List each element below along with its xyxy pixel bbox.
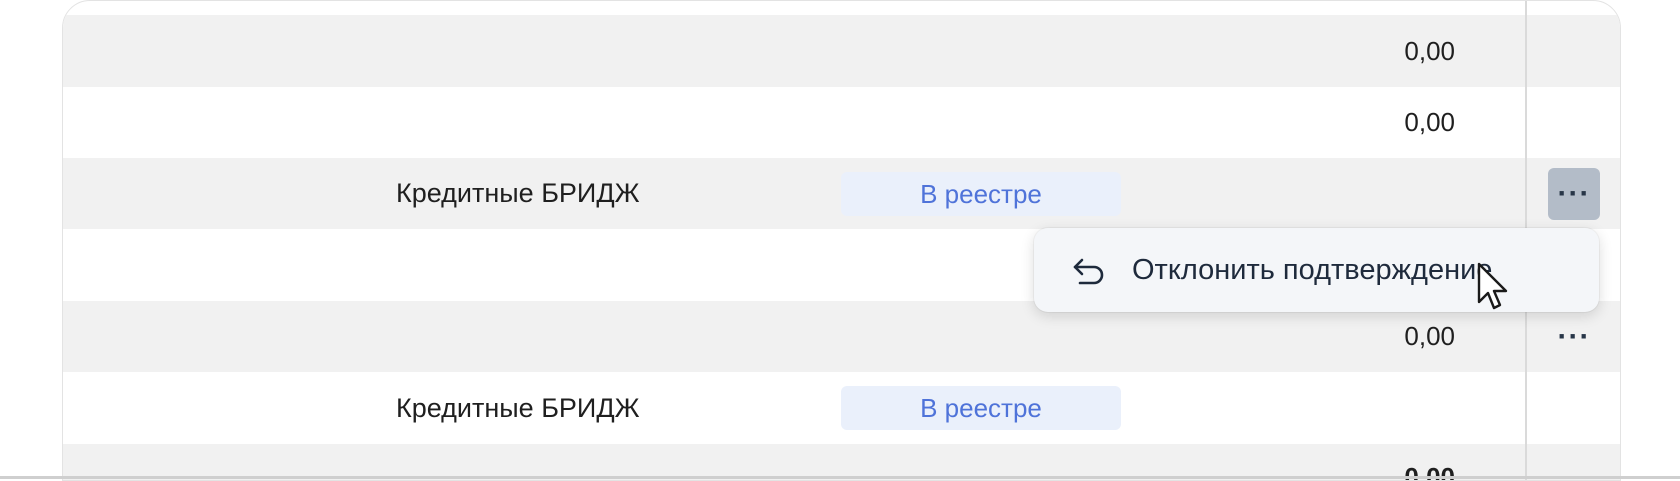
amount-cell: 0,00 <box>1404 107 1455 137</box>
table-row: 0,00 <box>63 87 1620 158</box>
row-actions-button[interactable]: ··· <box>1548 168 1600 220</box>
more-icon: ··· <box>1557 320 1591 353</box>
menu-item-label: Отклонить подтверждение <box>1132 254 1493 286</box>
product-name: Кредитные БРИДЖ <box>396 393 640 423</box>
status-badge: В реестре <box>841 386 1121 430</box>
product-name: Кредитные БРИДЖ <box>396 178 640 208</box>
menu-item-reject-confirmation[interactable]: Отклонить подтверждение <box>1034 228 1599 312</box>
row-actions-button[interactable]: ··· <box>1548 317 1600 357</box>
row-context-menu: Отклонить подтверждение <box>1034 228 1599 312</box>
amount-cell: 0,00 <box>1404 36 1455 66</box>
undo-icon <box>1073 258 1104 285</box>
more-icon: ··· <box>1557 177 1591 210</box>
status-badge: В реестре <box>841 172 1121 216</box>
amount-cell: 0,00 <box>1404 321 1455 351</box>
table-row: 0,00 <box>63 15 1620 87</box>
table-row: Кредитные БРИДЖ В реестре ··· <box>63 158 1620 229</box>
mouse-cursor-icon <box>1477 262 1508 310</box>
table-row: Кредитные БРИДЖ В реестре <box>63 372 1620 444</box>
